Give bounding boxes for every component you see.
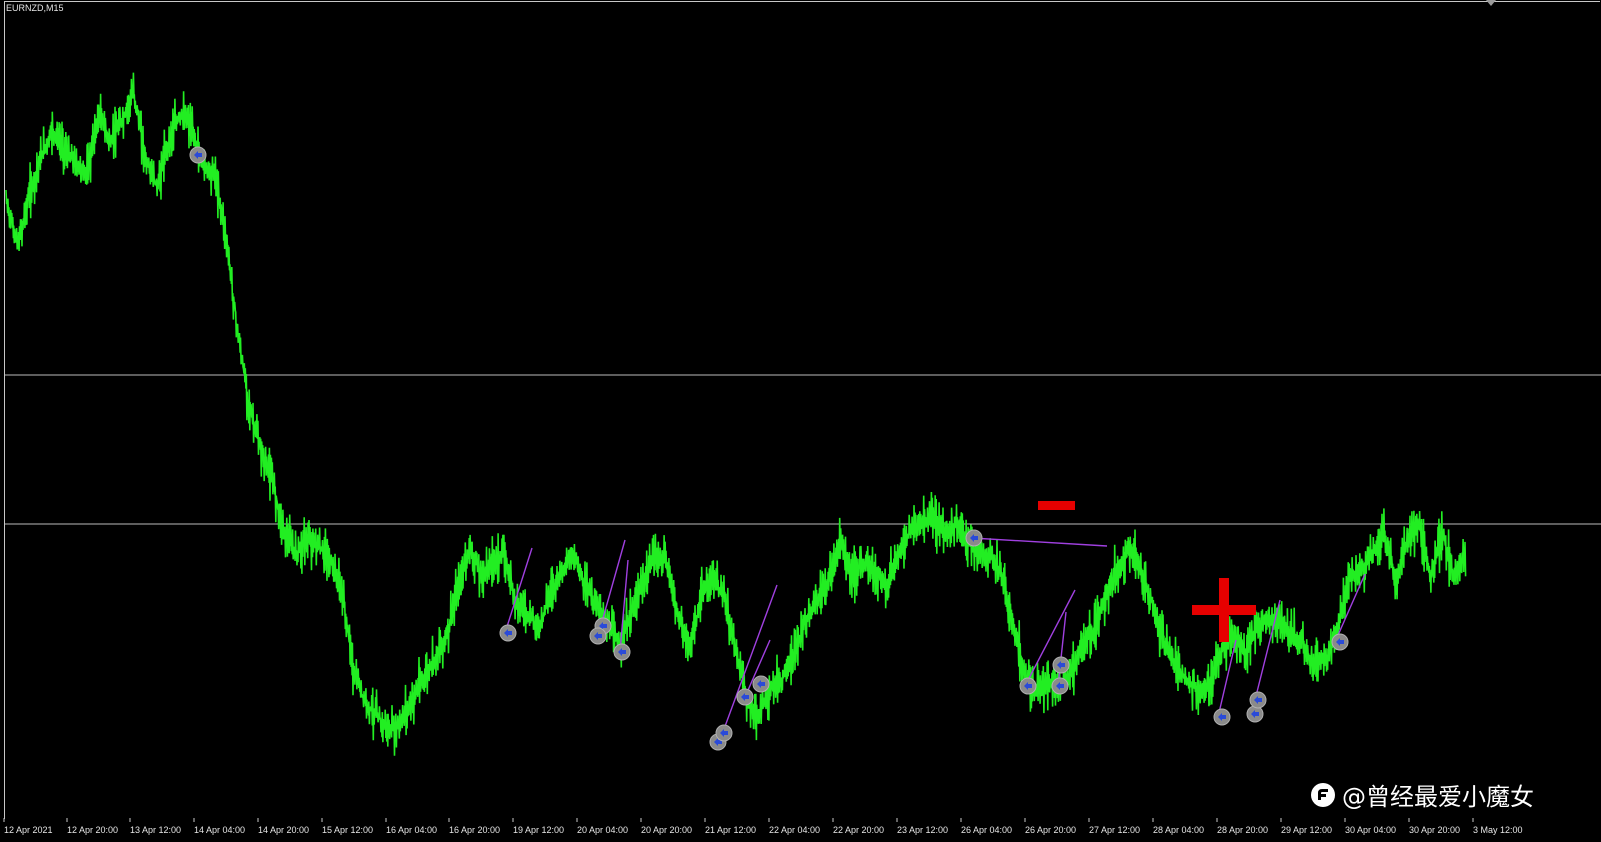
minus-sign-icon	[1038, 501, 1075, 510]
x-axis-tick-label: 29 Apr 12:00	[1281, 825, 1332, 835]
trade-marker-icon[interactable]	[1249, 691, 1267, 709]
trade-connector-line[interactable]	[1334, 573, 1366, 643]
watermark-text: @曾经最爱小魔女	[1342, 783, 1534, 811]
x-axis-tick-label: 14 Apr 20:00	[258, 825, 309, 835]
trade-connector-line[interactable]	[971, 537, 1108, 547]
price-chart[interactable]: 12 Apr 2021 12 Apr 20:00 13 Apr 12:00 14 Ap…	[0, 0, 1601, 842]
x-axis-tick-label: 12 Apr 20:00	[67, 825, 118, 835]
trade-marker-icon[interactable]	[1051, 677, 1069, 695]
x-axis-tick-label: 23 Apr 12:00	[897, 825, 948, 835]
toutiao-logo-icon	[1311, 782, 1335, 807]
x-axis-tick-label: 30 Apr 04:00	[1345, 825, 1396, 835]
x-axis-tick-label: 14 Apr 04:00	[194, 825, 245, 835]
x-axis-tick-label: 28 Apr 20:00	[1217, 825, 1268, 835]
watermark: @曾经最爱小魔女	[1310, 777, 1534, 812]
trade-marker-icon[interactable]	[499, 624, 517, 642]
trade-marker-icon[interactable]	[736, 688, 754, 706]
x-axis-tick-label: 3 May 12:00	[1473, 825, 1523, 835]
trade-marker-icon[interactable]	[189, 146, 207, 164]
price-line-series	[5, 72, 1467, 756]
x-axis-tick-label: 13 Apr 12:00	[130, 825, 181, 835]
x-axis-tick-label: 20 Apr 04:00	[577, 825, 628, 835]
trade-marker-icon[interactable]	[752, 675, 770, 693]
x-axis-tick-label: 28 Apr 04:00	[1153, 825, 1204, 835]
x-axis-tick-label: 16 Apr 04:00	[386, 825, 437, 835]
x-axis-tick-label: 27 Apr 12:00	[1089, 825, 1140, 835]
x-axis-tick-label: 16 Apr 20:00	[449, 825, 500, 835]
x-axis-tick-label: 26 Apr 20:00	[1025, 825, 1076, 835]
trade-marker-icon[interactable]	[1246, 705, 1264, 723]
plus-sign-icon	[1192, 578, 1256, 642]
trade-marker-icon[interactable]	[965, 529, 983, 547]
chart-window[interactable]: EURNZD,M15 12 Apr 2021 12 Apr 20:00 13 Apr…	[0, 0, 1601, 842]
x-axis-tick-label: 15 Apr 12:00	[322, 825, 373, 835]
x-axis-tick-label: 19 Apr 12:00	[513, 825, 564, 835]
x-axis-tick-label: 30 Apr 20:00	[1409, 825, 1460, 835]
trade-marker-icon[interactable]	[1019, 677, 1037, 695]
trade-marker-icon[interactable]	[1213, 708, 1231, 726]
x-axis-tick-label: 26 Apr 04:00	[961, 825, 1012, 835]
trade-marker-icon[interactable]	[589, 627, 607, 645]
trade-marker-icon[interactable]	[613, 643, 631, 661]
trade-marker-icon[interactable]	[715, 724, 733, 742]
x-axis-tick-label: 20 Apr 20:00	[641, 825, 692, 835]
x-axis-tick-label: 12 Apr 2021	[4, 825, 53, 835]
x-axis-tick-label: 22 Apr 04:00	[769, 825, 820, 835]
trade-marker-icon[interactable]	[1052, 656, 1070, 674]
trade-marker-icon[interactable]	[1331, 633, 1349, 651]
x-axis-tick-label: 22 Apr 20:00	[833, 825, 884, 835]
x-axis-tick-label: 21 Apr 12:00	[705, 825, 756, 835]
